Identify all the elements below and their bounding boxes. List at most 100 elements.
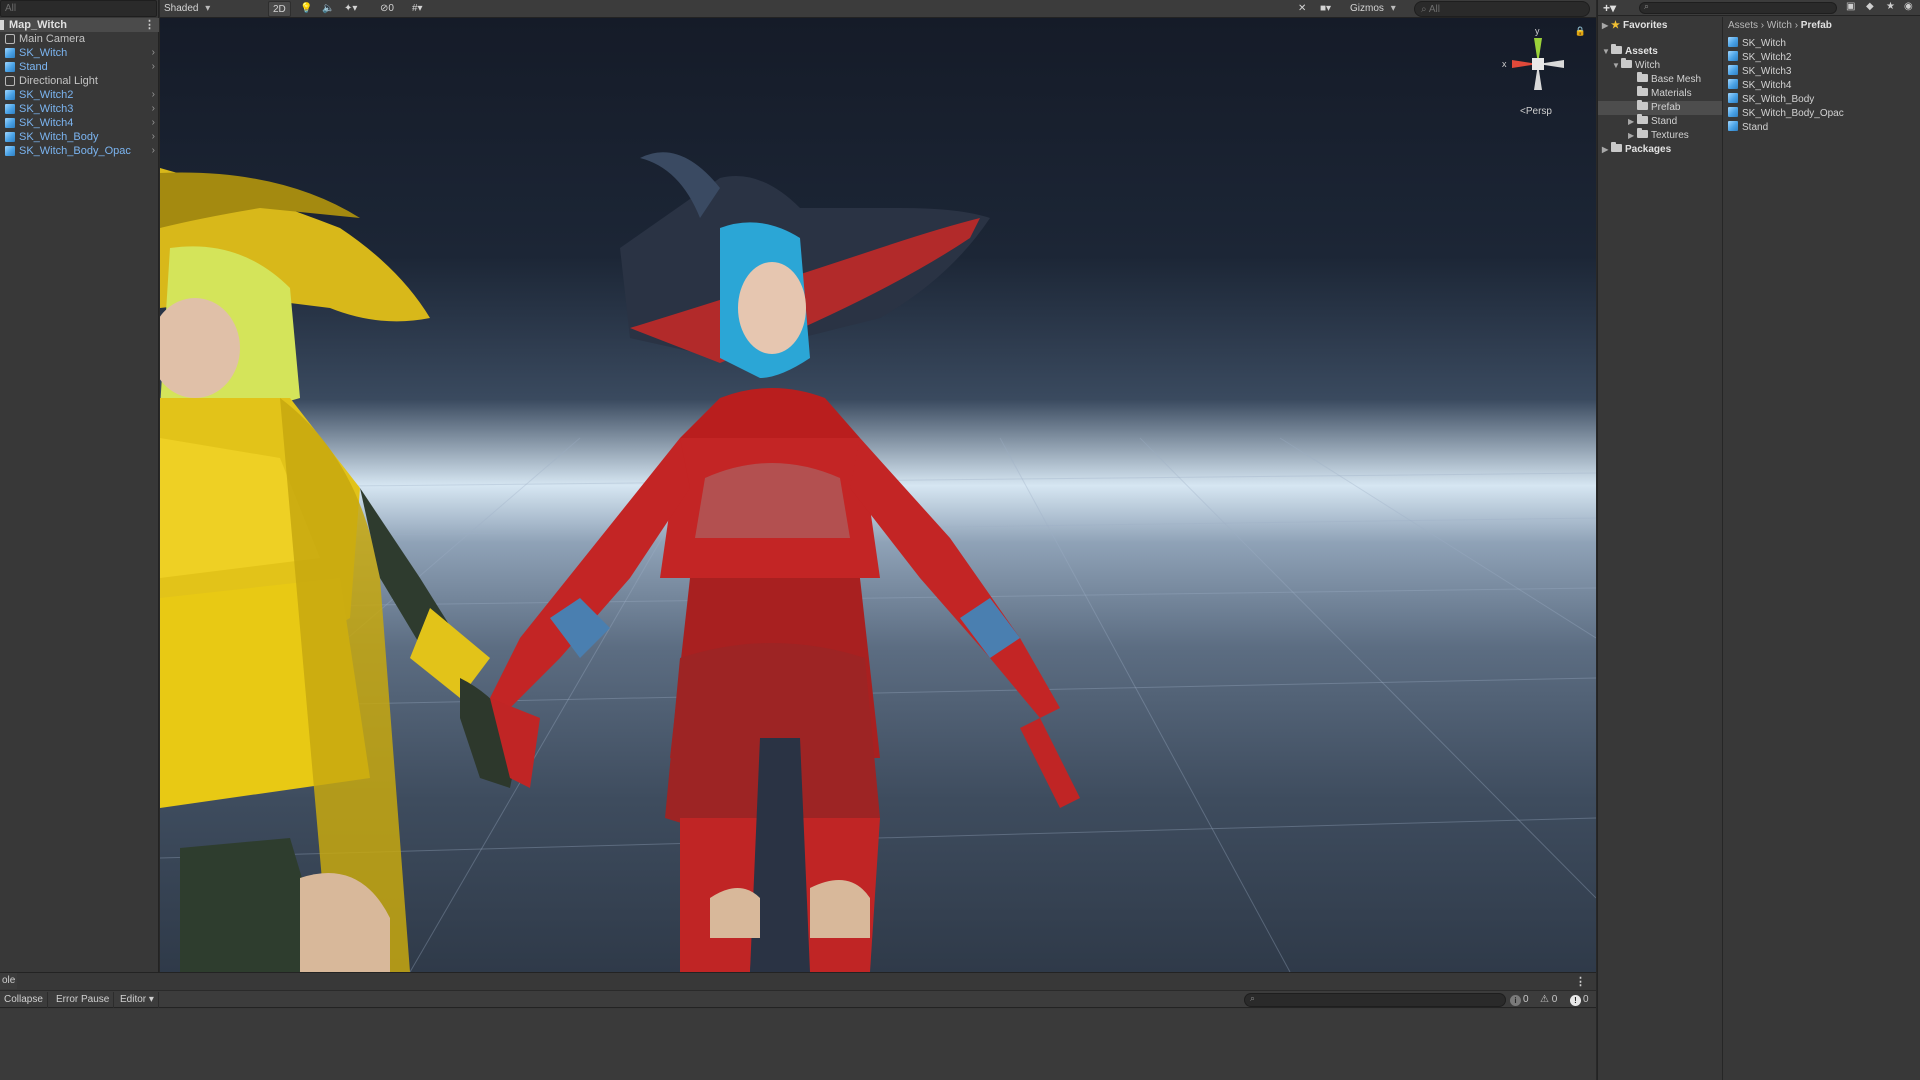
asset-item[interactable]: SK_Witch_Body [1728,93,1918,107]
asset-label: SK_Witch3 [1742,66,1792,77]
warning-icon: ⚠ [1540,994,1552,1005]
hierarchy-item[interactable]: Main Camera [0,32,159,46]
hierarchy-item[interactable]: SK_Witch_Body_Opac › [0,144,159,158]
hierarchy-item[interactable]: SK_Witch_Body › [0,130,159,144]
hierarchy-item[interactable]: SK_Witch › [0,46,159,60]
breadcrumb: Assets › Witch › Prefab [1728,20,1832,31]
favorite-icon[interactable]: ★ [1886,1,1895,12]
tree-item-favorites[interactable]: ▶ ★ Favorites [1602,19,1667,33]
grid-toggle-icon[interactable]: #▾ [412,1,423,17]
asset-item[interactable]: Stand [1728,121,1918,135]
collapse-button[interactable]: Collapse [0,992,48,1008]
asset-item[interactable]: SK_Witch3 [1728,65,1918,79]
warning-count-toggle[interactable]: ⚠ 0 [1540,992,1557,1008]
asset-label: SK_Witch2 [1742,52,1792,63]
axis-gizmo-icon[interactable]: y x [1498,24,1578,104]
filter-type-icon[interactable]: ▣ [1846,1,1855,12]
chevron-right-icon[interactable]: ▶ [1628,115,1637,129]
hierarchy-item[interactable]: SK_Witch3 › [0,102,159,116]
hierarchy-item[interactable]: SK_Witch2 › [0,88,159,102]
chevron-down-icon[interactable]: ▼ [1602,45,1611,59]
lighting-toggle-icon[interactable]: 💡 [300,1,312,17]
hierarchy-panel: All Map_Witch ⋮ Main Camera SK_Witch › S… [0,0,159,972]
hierarchy-search-input[interactable]: All [0,0,157,17]
add-asset-button[interactable]: +▾ [1603,1,1616,15]
yellow-witch-model [160,168,520,972]
tree-item-textures[interactable]: ▶ Textures [1628,128,1689,143]
scene-search-input[interactable]: ⌕ All [1414,1,1590,17]
scene-orientation-gizmo[interactable]: y x 🔒 <Persp [1498,24,1586,124]
folder-icon [1637,100,1648,110]
console-log-area[interactable] [0,1009,1596,1080]
error-pause-button[interactable]: Error Pause [52,992,115,1008]
asset-item[interactable]: SK_Witch4 [1728,79,1918,93]
audio-toggle-icon[interactable]: 🔈 [322,1,334,17]
scene-viewport[interactable]: y x 🔒 <Persp [160,18,1596,972]
tree-item-witch[interactable]: ▼ Witch [1612,58,1660,73]
hierarchy-item-label: Main Camera [19,33,86,45]
console-menu-icon[interactable]: ⋮ [1575,975,1586,988]
folder-icon [1637,72,1648,82]
hierarchy-scene-row[interactable]: Map_Witch ⋮ [0,18,159,32]
folder-icon [1637,128,1648,138]
asset-item[interactable]: SK_Witch2 [1728,51,1918,65]
scene-menu-icon[interactable]: ⋮ [144,18,155,32]
tree-item-assets[interactable]: ▼ Assets [1602,44,1658,59]
breadcrumb-item[interactable]: Witch [1767,20,1792,31]
folder-icon [1611,142,1622,152]
console-search-input[interactable]: ⌕ [1244,993,1506,1007]
shading-mode-dropdown[interactable]: Shaded [162,1,264,17]
prefab-icon [1728,51,1738,61]
chevron-right-icon[interactable]: › [152,144,155,158]
hidden-packages-icon[interactable]: ◉ [1904,1,1913,12]
camera-settings-icon[interactable]: ■▾ [1320,1,1331,17]
hierarchy-item[interactable]: Stand › [0,60,159,74]
gameobject-icon [5,76,15,86]
error-icon: ! [1570,995,1581,1006]
console-tab[interactable]: ole [0,973,18,989]
search-icon: ⌕ [1250,993,1256,1003]
chevron-right-icon[interactable]: ▶ [1602,143,1611,157]
log-count-toggle[interactable]: i0 [1510,992,1529,1008]
hierarchy-item-label: SK_Witch [19,47,68,59]
folder-icon [1637,86,1648,96]
tree-item-prefab[interactable]: Prefab [1598,100,1722,115]
tools-icon[interactable]: ✕ [1298,1,1306,17]
chevron-right-icon[interactable]: › [152,130,155,144]
gizmos-dropdown[interactable]: Gizmos [1350,1,1396,17]
hidden-objects-toggle[interactable]: ⊘0 [380,1,394,17]
tree-item-base-mesh[interactable]: Base Mesh [1628,72,1702,87]
effects-toggle-icon[interactable]: ✦▾ [344,1,357,17]
chevron-right-icon[interactable]: › [152,60,155,74]
chevron-right-icon[interactable]: › [152,116,155,130]
editor-dropdown[interactable]: Editor ▾ [116,992,159,1008]
scene-name: Map_Witch [9,19,67,31]
chevron-down-icon[interactable]: ▼ [1612,59,1621,73]
chevron-right-icon[interactable]: › [152,88,155,102]
asset-item[interactable]: SK_Witch_Body_Opac [1728,107,1918,121]
tree-item-label: Packages [1625,144,1672,155]
projection-toggle[interactable]: <Persp [1520,106,1552,117]
asset-item[interactable]: SK_Witch [1728,37,1918,51]
chevron-right-icon[interactable]: ▶ [1602,19,1611,33]
tree-item-packages[interactable]: ▶ Packages [1602,142,1672,157]
breadcrumb-item[interactable]: Assets [1728,20,1758,31]
gameobject-icon [5,34,15,44]
project-search-input[interactable]: ⌕ [1639,1,1837,14]
breadcrumb-item-current[interactable]: Prefab [1801,20,1832,31]
hierarchy-item[interactable]: Directional Light [0,74,159,88]
lock-icon[interactable]: 🔒 [1575,26,1586,37]
chevron-right-icon[interactable]: › [152,46,155,60]
tree-item-stand[interactable]: ▶ Stand [1628,114,1677,129]
chevron-right-icon[interactable]: ▶ [1628,129,1637,143]
star-icon: ★ [1611,20,1620,31]
filter-label-icon[interactable]: ◆ [1866,1,1874,12]
tree-item-label: Base Mesh [1651,74,1702,85]
chevron-right-icon[interactable]: › [152,102,155,116]
tree-item-materials[interactable]: Materials [1628,86,1692,101]
hierarchy-item[interactable]: SK_Witch4 › [0,116,159,130]
prefab-icon [1728,79,1738,89]
toggle-2d-button[interactable]: 2D [268,1,291,17]
error-count-toggle[interactable]: ! 0 [1570,992,1589,1008]
tree-item-label: Favorites [1622,20,1668,31]
